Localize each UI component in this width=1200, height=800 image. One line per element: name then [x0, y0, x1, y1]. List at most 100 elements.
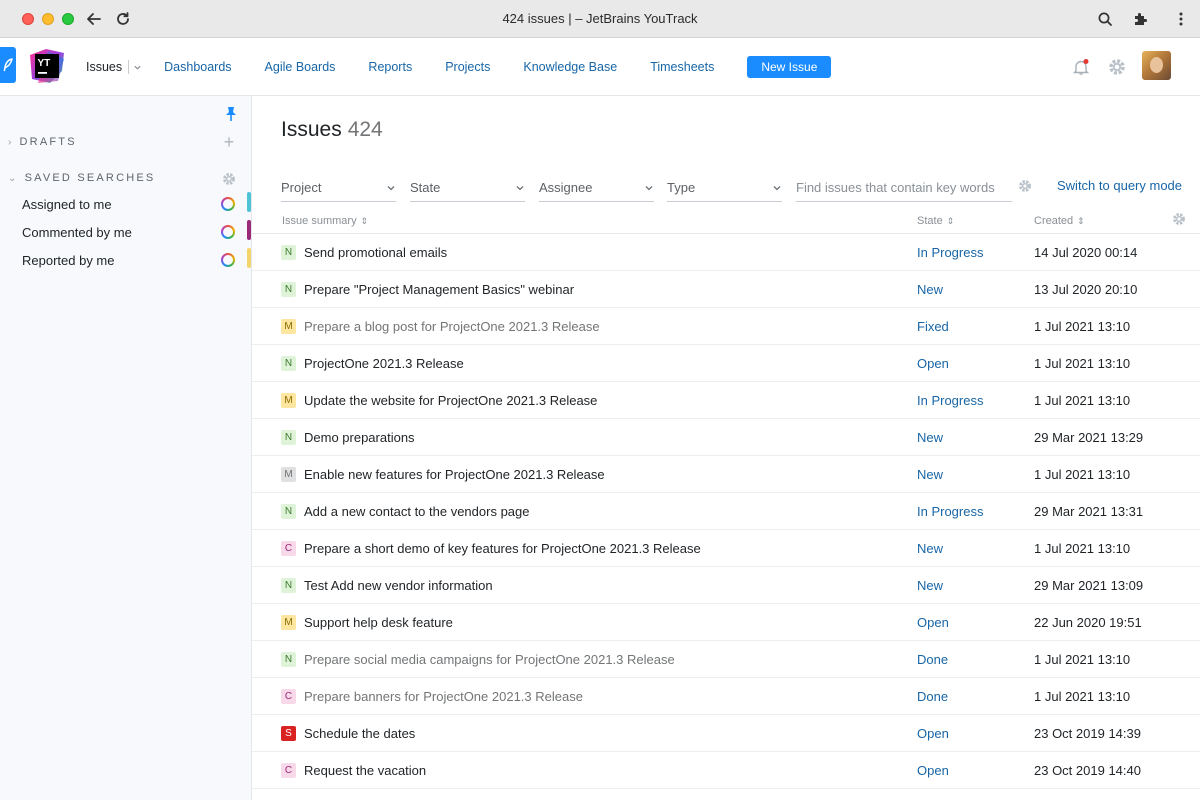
pin-icon[interactable]: [224, 106, 238, 122]
priority-badge[interactable]: C: [281, 541, 296, 556]
saved-search-assigned-to-me[interactable]: Assigned to me: [22, 192, 251, 216]
issue-summary-link[interactable]: Schedule the dates: [304, 726, 415, 741]
chevron-down-icon[interactable]: [133, 63, 142, 72]
issue-summary-link[interactable]: Request the vacation: [304, 763, 426, 778]
table-row[interactable]: C Request the vacation Open 23 Oct 2019 14:…: [252, 752, 1200, 789]
table-row[interactable]: N ProjectOne 2021.3 Release Open 1 Jul 2021…: [252, 345, 1200, 382]
table-row[interactable]: C Prepare banners for ProjectOne 2021.3 R…: [252, 678, 1200, 715]
priority-badge[interactable]: N: [281, 652, 296, 667]
issue-state[interactable]: Done: [917, 652, 948, 667]
issue-state[interactable]: New: [917, 430, 943, 445]
table-row[interactable]: M Support help desk feature Open 22 Jun 202…: [252, 604, 1200, 641]
column-header-summary[interactable]: Issue summary ⇕: [282, 215, 368, 227]
issue-summary-link[interactable]: Prepare banners for ProjectOne 2021.3 Re…: [304, 689, 583, 704]
nav-issues[interactable]: Issues: [86, 60, 142, 74]
issue-summary-link[interactable]: Send promotional emails: [304, 245, 447, 260]
priority-badge[interactable]: N: [281, 356, 296, 371]
table-row[interactable]: M Update the website for ProjectOne 2021.…: [252, 382, 1200, 419]
reload-icon[interactable]: [113, 9, 133, 29]
nav-agile-boards[interactable]: Agile Boards: [265, 60, 336, 74]
project-filter[interactable]: Project: [281, 174, 396, 202]
table-row[interactable]: C Prepare a short demo of key features fo…: [252, 530, 1200, 567]
color-ring-icon[interactable]: [221, 225, 235, 239]
issue-state[interactable]: New: [917, 578, 943, 593]
priority-badge[interactable]: M: [281, 615, 296, 630]
saved-searches-gear-icon[interactable]: [221, 171, 237, 187]
priority-badge[interactable]: N: [281, 245, 296, 260]
issue-search-field[interactable]: [796, 174, 1012, 202]
switch-to-query-mode-link[interactable]: Switch to query mode: [1057, 178, 1182, 193]
table-row[interactable]: N Add a new contact to the vendors page In…: [252, 493, 1200, 530]
issue-state[interactable]: In Progress: [917, 245, 983, 260]
add-draft-plus-icon[interactable]: +: [221, 132, 237, 152]
issue-state[interactable]: New: [917, 541, 943, 556]
issue-summary-link[interactable]: Add a new contact to the vendors page: [304, 504, 530, 519]
issue-summary-link[interactable]: Prepare "Project Management Basics" webi…: [304, 282, 574, 297]
columns-settings-gear-icon[interactable]: [1172, 212, 1186, 226]
avatar[interactable]: [1142, 51, 1171, 80]
saved-searches-section-header[interactable]: ⌄ SAVED SEARCHES: [8, 172, 155, 184]
nav-dashboards[interactable]: Dashboards: [164, 60, 231, 74]
feather-icon[interactable]: [0, 47, 16, 83]
youtrack-logo[interactable]: YT: [28, 47, 66, 85]
new-issue-button[interactable]: New Issue: [747, 56, 832, 78]
more-menu-icon[interactable]: [1171, 9, 1191, 29]
issue-state[interactable]: Open: [917, 726, 949, 741]
issue-summary-link[interactable]: Prepare a blog post for ProjectOne 2021.…: [304, 319, 600, 334]
drafts-section-header[interactable]: › DRAFTS: [8, 136, 77, 148]
type-filter[interactable]: Type: [667, 174, 782, 202]
priority-badge[interactable]: M: [281, 319, 296, 334]
back-arrow-icon[interactable]: [84, 9, 104, 29]
saved-search-commented-by-me[interactable]: Commented by me: [22, 220, 251, 244]
nav-timesheets[interactable]: Timesheets: [650, 60, 714, 74]
saved-search-reported-by-me[interactable]: Reported by me: [22, 248, 251, 272]
priority-badge[interactable]: M: [281, 467, 296, 482]
search-settings-gear-icon[interactable]: [1018, 179, 1032, 193]
priority-badge[interactable]: C: [281, 763, 296, 778]
issue-state[interactable]: New: [917, 467, 943, 482]
priority-badge[interactable]: S: [281, 726, 296, 741]
issue-summary-link[interactable]: Demo preparations: [304, 430, 415, 445]
search-icon[interactable]: [1095, 9, 1115, 29]
issue-state[interactable]: In Progress: [917, 393, 983, 408]
issue-state[interactable]: Open: [917, 763, 949, 778]
nav-knowledge-base[interactable]: Knowledge Base: [523, 60, 617, 74]
issue-summary-link[interactable]: Test Add new vendor information: [304, 578, 493, 593]
issue-summary-link[interactable]: Enable new features for ProjectOne 2021.…: [304, 467, 605, 482]
issue-state[interactable]: Fixed: [917, 319, 949, 334]
issue-state[interactable]: Done: [917, 689, 948, 704]
table-row[interactable]: M Enable new features for ProjectOne 2021…: [252, 456, 1200, 493]
column-header-created[interactable]: Created ⇕: [1034, 215, 1085, 227]
color-ring-icon[interactable]: [221, 197, 235, 211]
zoom-window-button[interactable]: [62, 13, 74, 25]
gear-icon[interactable]: [1107, 57, 1127, 77]
state-filter[interactable]: State: [410, 174, 525, 202]
table-row[interactable]: N Demo preparations New 29 Mar 2021 13:29: [252, 419, 1200, 456]
table-row[interactable]: N Send promotional emails In Progress 14 Ju…: [252, 234, 1200, 271]
bell-icon[interactable]: [1071, 57, 1091, 77]
priority-badge[interactable]: M: [281, 393, 296, 408]
nav-reports[interactable]: Reports: [368, 60, 412, 74]
color-ring-icon[interactable]: [221, 253, 235, 267]
column-header-state[interactable]: State ⇕: [917, 215, 954, 227]
issue-search-input[interactable]: [796, 174, 1012, 200]
issue-summary-link[interactable]: ProjectOne 2021.3 Release: [304, 356, 464, 371]
priority-badge[interactable]: N: [281, 282, 296, 297]
issue-summary-link[interactable]: Prepare social media campaigns for Proje…: [304, 652, 675, 667]
priority-badge[interactable]: N: [281, 430, 296, 445]
minimize-window-button[interactable]: [42, 13, 54, 25]
priority-badge[interactable]: C: [281, 689, 296, 704]
table-row[interactable]: N Test Add new vendor information New 29 Ma…: [252, 567, 1200, 604]
issue-summary-link[interactable]: Support help desk feature: [304, 615, 453, 630]
table-row[interactable]: S Schedule the dates Open 23 Oct 2019 14:39: [252, 715, 1200, 752]
table-row[interactable]: M Prepare a blog post for ProjectOne 2021…: [252, 308, 1200, 345]
extensions-puzzle-icon[interactable]: [1131, 9, 1151, 29]
issue-state[interactable]: New: [917, 282, 943, 297]
nav-projects[interactable]: Projects: [445, 60, 490, 74]
priority-badge[interactable]: N: [281, 578, 296, 593]
issue-summary-link[interactable]: Prepare a short demo of key features for…: [304, 541, 701, 556]
issue-state[interactable]: Open: [917, 356, 949, 371]
issue-summary-link[interactable]: Update the website for ProjectOne 2021.3…: [304, 393, 597, 408]
issue-state[interactable]: Open: [917, 615, 949, 630]
priority-badge[interactable]: N: [281, 504, 296, 519]
